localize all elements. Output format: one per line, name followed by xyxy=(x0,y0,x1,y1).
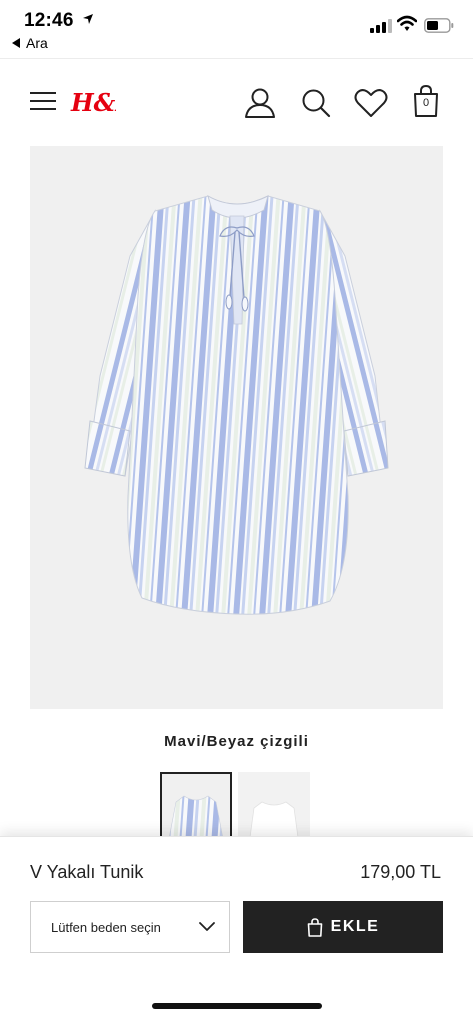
hm-logo[interactable]: H&M xyxy=(70,85,116,117)
shopping-bag-button[interactable]: 0 xyxy=(413,85,439,117)
back-to-app-label: Ara xyxy=(26,35,48,51)
product-price: 179,00 TL xyxy=(360,862,441,882)
battery-icon xyxy=(424,18,454,33)
size-select[interactable]: Lütfen beden seçin xyxy=(30,901,230,953)
site-header: H&M 0 xyxy=(0,58,473,145)
bag-icon xyxy=(307,917,322,937)
product-page: 12:46 Ara H& 0 Mavi/Beyaz çizgili V Yaka… xyxy=(0,0,473,1024)
color-name: Mavi/Beyaz çizgili xyxy=(164,733,309,750)
product-image[interactable] xyxy=(30,146,443,709)
back-triangle-icon xyxy=(12,38,20,48)
menu-icon[interactable] xyxy=(30,91,56,111)
bag-count-badge: 0 xyxy=(422,97,430,109)
chevron-down-icon xyxy=(199,922,215,931)
search-icon[interactable] xyxy=(301,88,331,118)
purchase-panel: V Yakalı Tunik 179,00 TL Lütfen beden se… xyxy=(0,836,473,1024)
status-bar: 12:46 Ara xyxy=(0,0,473,58)
tunic-illustration xyxy=(84,194,389,615)
account-icon[interactable] xyxy=(244,87,276,119)
wifi-icon xyxy=(397,15,417,31)
add-to-bag-button[interactable]: EKLE xyxy=(243,901,443,953)
size-select-label: Lütfen beden seçin xyxy=(51,919,161,935)
cellular-signal-icon xyxy=(370,19,392,33)
svg-text:H&M: H&M xyxy=(70,88,116,117)
location-arrow-icon xyxy=(83,14,93,24)
heart-icon[interactable] xyxy=(354,88,388,118)
add-to-bag-label: EKLE xyxy=(330,918,380,935)
home-indicator[interactable] xyxy=(152,1003,322,1009)
clock: 12:46 xyxy=(24,10,74,31)
back-to-app-link[interactable]: Ara xyxy=(12,35,48,51)
product-title: V Yakalı Tunik xyxy=(30,862,144,882)
